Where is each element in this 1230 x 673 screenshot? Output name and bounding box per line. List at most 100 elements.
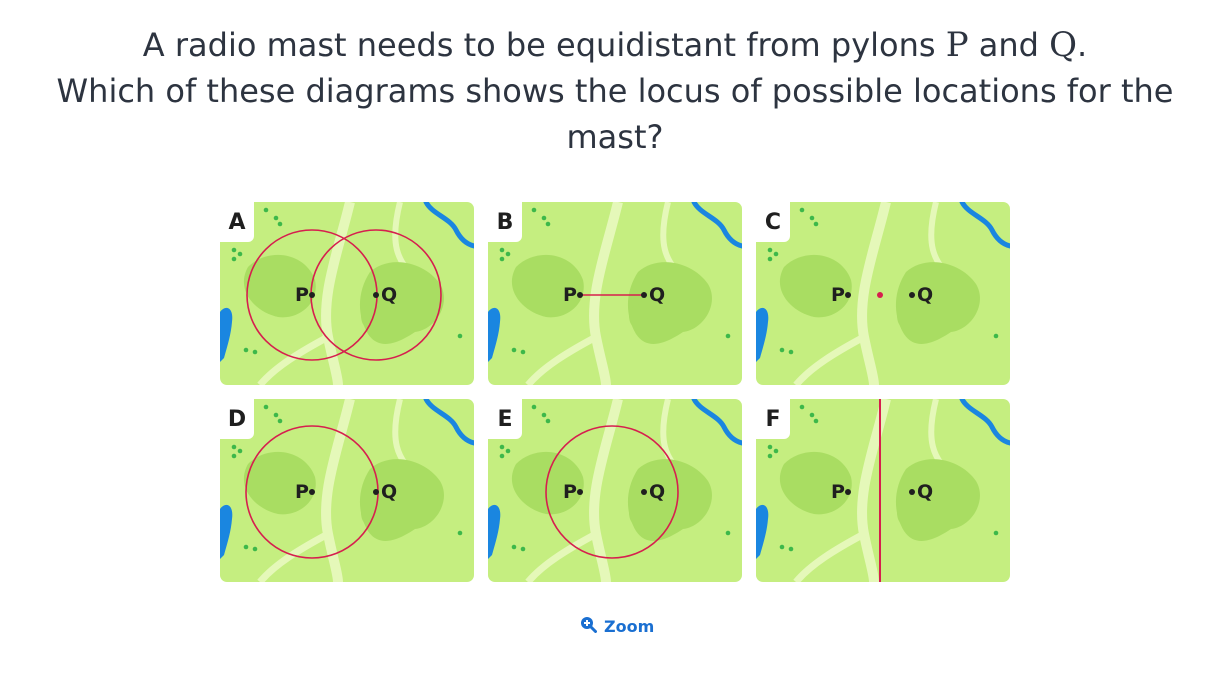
option-c-card[interactable]: P Q C [756, 202, 1010, 385]
tree-dot [499, 444, 505, 450]
map-background [756, 399, 1010, 582]
tree-dot [243, 347, 249, 353]
tree-dot [725, 530, 731, 536]
map-background [488, 399, 742, 582]
tree-dot [767, 256, 773, 262]
pylon-q-dot [909, 292, 915, 298]
tree-dot [505, 448, 511, 454]
tree-dot [773, 251, 779, 257]
tree-dot [788, 349, 794, 355]
tree-dot [799, 404, 805, 410]
tree-dot [809, 215, 815, 221]
option-letter-badge: F [756, 399, 790, 439]
option-letter-badge: D [220, 399, 254, 439]
pylon-q-label: Q [917, 481, 934, 503]
tree-dot [505, 251, 511, 257]
tree-dot [767, 247, 773, 253]
pylon-q-label: Q [381, 481, 398, 503]
tree-dot [243, 544, 249, 550]
tree-dot [277, 221, 283, 227]
tree-dot [813, 418, 819, 424]
pylon-q-dot [373, 489, 379, 495]
pylon-p-dot [309, 292, 315, 298]
option-letter: A [228, 209, 246, 235]
option-letter-badge: B [488, 202, 522, 242]
option-letter-badge: E [488, 399, 522, 439]
pylon-p-dot [577, 292, 583, 298]
tree-dot [263, 207, 269, 213]
diagram-grid: P Q A P Q B P Q C P Q D P Q E P Q F [0, 0, 1230, 673]
tree-dot [788, 546, 794, 552]
tree-dot [993, 530, 999, 536]
pylon-p-label: P [295, 284, 309, 306]
pylon-p-label: P [295, 481, 309, 503]
option-letter-badge: A [220, 202, 254, 242]
tree-dot [799, 207, 805, 213]
pylon-q-dot [909, 489, 915, 495]
option-e-card[interactable]: P Q E [488, 399, 742, 582]
map-background [220, 399, 474, 582]
pylon-p-label: P [831, 284, 845, 306]
tree-dot [499, 453, 505, 459]
option-f-card[interactable]: P Q F [756, 399, 1010, 582]
pylon-p-label: P [831, 481, 845, 503]
tree-dot [499, 247, 505, 253]
tree-dot [511, 544, 517, 550]
tree-dot [237, 251, 243, 257]
tree-dot [231, 247, 237, 253]
tree-dot [499, 256, 505, 262]
map-background [756, 202, 1010, 385]
tree-dot [531, 404, 537, 410]
tree-dot [231, 453, 237, 459]
pylon-p-dot [845, 292, 851, 298]
pylon-q-dot [641, 292, 647, 298]
pylon-q-label: Q [649, 284, 666, 306]
pylon-q-label: Q [649, 481, 666, 503]
tree-dot [809, 412, 815, 418]
zoom-button[interactable]: Zoom [580, 616, 654, 637]
pylon-q-label: Q [381, 284, 398, 306]
tree-dot [767, 453, 773, 459]
pylon-q-label: Q [917, 284, 934, 306]
tree-dot [725, 333, 731, 339]
tree-dot [231, 256, 237, 262]
pylon-p-dot [845, 489, 851, 495]
tree-dot [779, 544, 785, 550]
option-a-card[interactable]: P Q A [220, 202, 474, 385]
pylon-p-dot [577, 489, 583, 495]
option-letter: F [765, 406, 781, 432]
tree-dot [273, 412, 279, 418]
tree-dot [531, 207, 537, 213]
option-letter: B [496, 209, 514, 235]
tree-dot [520, 349, 526, 355]
option-d-card[interactable]: P Q D [220, 399, 474, 582]
option-b-card[interactable]: P Q B [488, 202, 742, 385]
option-letter: C [764, 209, 782, 235]
tree-dot [545, 221, 551, 227]
locus-midpoint [877, 292, 883, 298]
pylon-p-label: P [563, 284, 577, 306]
option-letter: E [497, 406, 513, 432]
zoom-in-icon [580, 616, 597, 637]
pylon-p-dot [309, 489, 315, 495]
tree-dot [263, 404, 269, 410]
tree-dot [993, 333, 999, 339]
pylon-q-dot [373, 292, 379, 298]
tree-dot [457, 333, 463, 339]
option-letter-badge: C [756, 202, 790, 242]
tree-dot [511, 347, 517, 353]
tree-dot [273, 215, 279, 221]
map-background [220, 202, 474, 385]
pylon-p-label: P [563, 481, 577, 503]
tree-dot [541, 215, 547, 221]
tree-dot [813, 221, 819, 227]
tree-dot [773, 448, 779, 454]
tree-dot [237, 448, 243, 454]
option-letter: D [227, 406, 247, 432]
tree-dot [231, 444, 237, 450]
zoom-label: Zoom [604, 617, 655, 636]
map-background [488, 202, 742, 385]
tree-dot [277, 418, 283, 424]
tree-dot [779, 347, 785, 353]
tree-dot [520, 546, 526, 552]
